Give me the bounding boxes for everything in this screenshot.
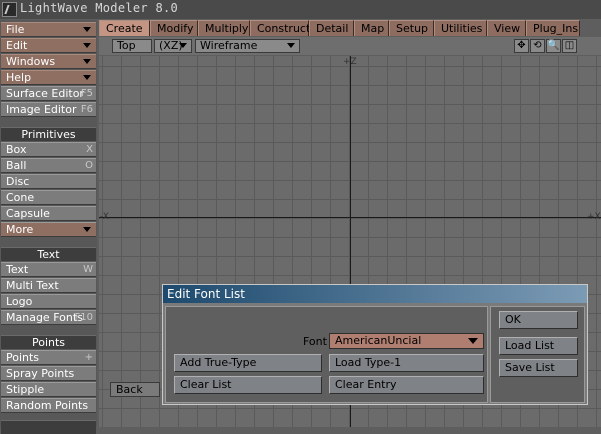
lightwave-logo-icon xyxy=(2,2,17,17)
axis-label-right: +X xyxy=(587,212,601,222)
chevron-down-icon xyxy=(179,43,187,48)
cone-button[interactable]: Cone xyxy=(1,190,96,205)
points-header: Points xyxy=(1,335,96,349)
multi-text-button[interactable]: Multi Text xyxy=(1,278,96,293)
tab-map[interactable]: Map xyxy=(354,20,389,36)
load-list-button[interactable]: Load List xyxy=(499,337,578,355)
clear-list-button[interactable]: Clear List xyxy=(174,376,322,394)
zoom-view-icon[interactable]: 🔍 xyxy=(546,39,561,53)
window-title: LightWave Modeler 8.0 xyxy=(20,1,179,15)
maximize-view-icon[interactable]: ◫ xyxy=(562,39,577,53)
tab-construct[interactable]: Construct xyxy=(250,20,310,36)
dialog-side-panel: OK Load List Save List xyxy=(490,306,585,403)
text-header: Text xyxy=(1,247,96,261)
chevron-down-icon xyxy=(83,59,91,64)
chevron-down-icon xyxy=(287,43,295,48)
ball-button[interactable]: Ball O xyxy=(1,158,96,173)
tab-multiply[interactable]: Multiply xyxy=(198,20,250,36)
view-selector[interactable]: Top xyxy=(112,39,152,53)
random-points-button[interactable]: Random Points xyxy=(1,398,96,413)
font-label: Font xyxy=(303,335,327,348)
chevron-down-icon xyxy=(83,227,91,232)
logo-button[interactable]: Logo xyxy=(1,294,96,309)
tab-create[interactable]: Create xyxy=(99,20,150,36)
tab-bar: Create Modify Multiply Construct Detail … xyxy=(99,20,601,36)
clear-entry-button[interactable]: Clear Entry xyxy=(329,376,484,394)
x-axis-line xyxy=(99,217,601,218)
help-menu[interactable]: Help xyxy=(1,70,96,85)
sidebar: File Edit Windows Help Surface Editor F5 … xyxy=(0,20,97,434)
tab-plug-ins[interactable]: Plug_Ins xyxy=(526,20,580,36)
dialog-title: Edit Font List xyxy=(163,285,587,303)
rotate-view-icon[interactable]: ⟲ xyxy=(530,39,545,53)
next-group-header xyxy=(1,420,96,434)
image-editor-button[interactable]: Image Editor F6 xyxy=(1,102,96,117)
primitives-header: Primitives xyxy=(1,127,96,141)
chevron-down-icon xyxy=(83,27,91,32)
tab-modify[interactable]: Modify xyxy=(150,20,198,36)
points-button[interactable]: Points + xyxy=(1,350,96,365)
save-list-button[interactable]: Save List xyxy=(499,359,578,377)
title-bar: LightWave Modeler 8.0 xyxy=(0,0,601,19)
box-button[interactable]: Box X xyxy=(1,142,96,157)
shading-selector[interactable]: Wireframe xyxy=(195,39,300,53)
axis-label-top: +Z xyxy=(343,57,357,67)
dialog-main-panel: Font AmericanUncial Add True-Type Load T… xyxy=(165,306,488,403)
axis-label-left: -X xyxy=(100,212,109,222)
surface-editor-button[interactable]: Surface Editor F5 xyxy=(1,86,96,101)
stipple-button[interactable]: Stipple xyxy=(1,382,96,397)
spray-points-button[interactable]: Spray Points xyxy=(1,366,96,381)
tab-utilities[interactable]: Utilities xyxy=(434,20,487,36)
tab-setup[interactable]: Setup xyxy=(389,20,434,36)
tab-view[interactable]: View xyxy=(487,20,526,36)
tab-detail[interactable]: Detail xyxy=(309,20,354,36)
chevron-down-icon xyxy=(468,338,478,344)
add-truetype-button[interactable]: Add True-Type xyxy=(174,354,322,372)
edit-menu[interactable]: Edit xyxy=(1,38,96,53)
viewport-toolbar: Top (XZ) Wireframe ✥ ⟲ 🔍 ◫ xyxy=(99,37,601,55)
manage-fonts-button[interactable]: Manage Fonts F10 xyxy=(1,310,96,325)
disc-button[interactable]: Disc xyxy=(1,174,96,189)
text-button[interactable]: Text W xyxy=(1,262,96,277)
edit-font-list-dialog: Edit Font List Font AmericanUncial Add T… xyxy=(162,284,588,405)
capsule-button[interactable]: Capsule xyxy=(1,206,96,221)
font-selector[interactable]: AmericanUncial xyxy=(329,333,484,349)
move-view-icon[interactable]: ✥ xyxy=(514,39,529,53)
load-type1-button[interactable]: Load Type-1 xyxy=(329,354,484,372)
back-view-button[interactable]: Back xyxy=(110,382,160,397)
more-primitives-menu[interactable]: More xyxy=(1,222,96,237)
axis-selector[interactable]: (XZ) xyxy=(154,39,192,53)
file-menu[interactable]: File xyxy=(1,22,96,37)
chevron-down-icon xyxy=(83,75,91,80)
windows-menu[interactable]: Windows xyxy=(1,54,96,69)
ok-button[interactable]: OK xyxy=(499,311,578,329)
chevron-down-icon xyxy=(83,43,91,48)
